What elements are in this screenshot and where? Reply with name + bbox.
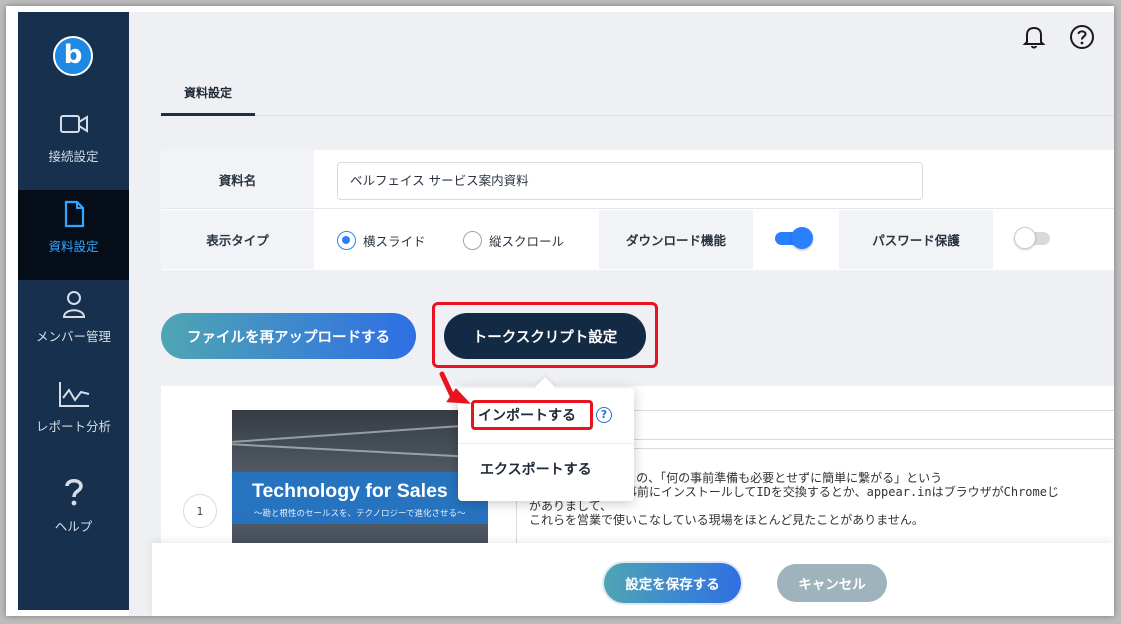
form-row-options: 表示タイプ 横スライド 縦スクロール ダウンロード機能 パスワード保護	[161, 210, 1114, 269]
radio-unchecked-icon	[463, 230, 482, 250]
download-toggle[interactable]	[775, 227, 813, 249]
menu-item-export[interactable]: エクスポートする	[458, 445, 634, 501]
password-toggle[interactable]	[1014, 227, 1052, 249]
highlight-box	[471, 400, 593, 430]
sidebar-item-label: 資料設定	[48, 239, 99, 254]
user-icon	[18, 290, 129, 318]
sidebar-item-connection[interactable]: 接続設定	[18, 100, 129, 190]
password-protection-label: パスワード保護	[839, 210, 993, 269]
sidebar-item-label: レポート分析	[35, 419, 111, 434]
form-row-name: 資料名 ベルフェイス サービス案内資料	[161, 150, 1114, 209]
radio-vertical-scroll[interactable]: 縦スクロール	[463, 230, 564, 250]
main-content: 資料設定 資料名 ベルフェイス サービス案内資料 表示タイプ 横スライド 縦スク…	[129, 12, 1114, 616]
help-question-icon[interactable]: ?	[596, 407, 612, 423]
help-circle-icon[interactable]	[1069, 24, 1095, 50]
display-type-label: 表示タイプ	[161, 210, 314, 269]
cancel-button[interactable]: キャンセル	[777, 564, 887, 602]
sidebar-item-label: ヘルプ	[54, 519, 93, 534]
bell-icon[interactable]	[1021, 24, 1047, 50]
toggle-knob	[791, 227, 813, 249]
sidebar: b 接続設定 資料設定 メンバー管理 レポート分析 ヘルプ	[18, 12, 129, 610]
tab-document-settings[interactable]: 資料設定	[161, 72, 255, 116]
sidebar-item-members[interactable]: メンバー管理	[18, 280, 129, 370]
decor-line	[232, 443, 488, 459]
decor-line	[232, 423, 488, 443]
radio-label: 縦スクロール	[489, 233, 565, 249]
radio-checked-icon	[337, 230, 356, 250]
radio-horizontal-slide[interactable]: 横スライド	[337, 230, 426, 250]
save-settings-button[interactable]: 設定を保存する	[604, 563, 741, 603]
sidebar-item-reports[interactable]: レポート分析	[18, 370, 129, 460]
sidebar-item-label: 接続設定	[48, 149, 99, 164]
question-icon	[18, 478, 129, 506]
app-window: b 接続設定 資料設定 メンバー管理 レポート分析 ヘルプ 資料設定 資料名 ベ…	[6, 6, 1114, 616]
document-name-input[interactable]: ベルフェイス サービス案内資料	[337, 162, 923, 200]
radio-label: 横スライド	[363, 233, 426, 249]
toggle-knob	[1014, 227, 1036, 249]
video-camera-icon	[18, 110, 129, 138]
document-icon	[18, 200, 129, 228]
sidebar-item-label: メンバー管理	[35, 329, 111, 344]
document-name-label: 資料名	[161, 150, 314, 208]
tab-bar: 資料設定	[161, 72, 1114, 116]
app-logo[interactable]: b	[53, 36, 93, 76]
sidebar-item-help[interactable]: ヘルプ	[18, 460, 129, 550]
slide-subtitle: ～勘と根性のセールスを、テクノロジーで進化させる～	[254, 509, 466, 519]
slide-number: 1	[183, 494, 217, 528]
download-feature-label: ダウンロード機能	[599, 210, 753, 269]
footer-bar: 設定を保存する キャンセル	[152, 543, 1114, 616]
document-settings-form: 資料名 ベルフェイス サービス案内資料 表示タイプ 横スライド 縦スクロール ダ…	[161, 150, 1114, 270]
menu-item-label: エクスポートする	[480, 462, 592, 478]
reupload-file-button[interactable]: ファイルを再アップロードする	[161, 313, 416, 359]
highlight-box	[432, 302, 658, 368]
chart-line-icon	[18, 380, 129, 408]
sidebar-item-documents[interactable]: 資料設定	[18, 190, 129, 280]
red-arrow-icon	[439, 371, 471, 404]
slide-title: Technology for Sales	[252, 480, 448, 502]
